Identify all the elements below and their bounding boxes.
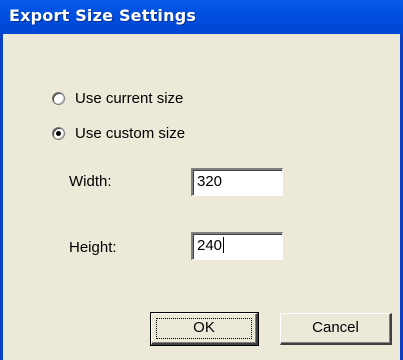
height-input[interactable]: 240 bbox=[191, 232, 283, 260]
width-label: Width: bbox=[69, 173, 112, 190]
use-current-size-radio[interactable] bbox=[52, 91, 65, 105]
cancel-button-label: Cancel bbox=[312, 319, 359, 336]
use-custom-size-label[interactable]: Use custom size bbox=[75, 125, 185, 142]
text-caret bbox=[223, 237, 225, 253]
use-current-size-option[interactable]: Use current size bbox=[52, 88, 183, 108]
ok-button[interactable]: OK bbox=[150, 312, 259, 346]
use-custom-size-option[interactable]: Use custom size bbox=[52, 123, 185, 143]
dialog-body: Use current size Use custom size Width: … bbox=[3, 34, 400, 360]
cancel-button[interactable]: Cancel bbox=[280, 313, 392, 345]
width-value: 320 bbox=[197, 173, 223, 190]
height-label: Height: bbox=[69, 239, 117, 256]
height-value: 240 bbox=[197, 237, 223, 254]
export-size-dialog: Export Size Settings Use current size Us… bbox=[0, 0, 403, 360]
dialog-title: Export Size Settings bbox=[9, 6, 197, 25]
focus-rectangle bbox=[156, 318, 252, 339]
use-current-size-label[interactable]: Use current size bbox=[75, 90, 183, 107]
width-input[interactable]: 320 bbox=[191, 168, 283, 196]
use-custom-size-radio[interactable] bbox=[52, 126, 65, 140]
title-bar[interactable]: Export Size Settings bbox=[0, 0, 403, 34]
